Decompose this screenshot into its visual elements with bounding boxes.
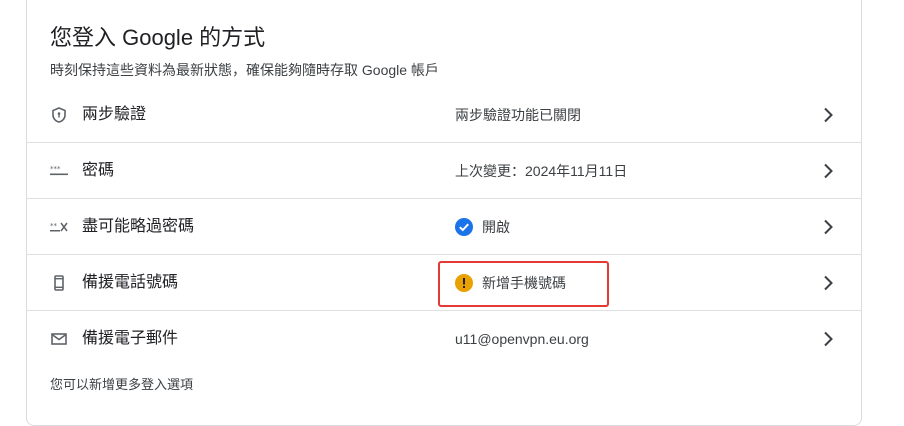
row-password[interactable]: *** 密碼 上次變更：2024年11月11日 <box>27 143 861 199</box>
row-recovery-email[interactable]: 備援電子郵件 u11@openvpn.eu.org <box>27 311 861 367</box>
page-subtitle: 時刻保持這些資料為最新狀態，確保能夠隨時存取 Google 帳戶 <box>50 62 439 78</box>
shield-icon <box>49 105 69 125</box>
row-value: u11@openvpn.eu.org <box>455 329 589 349</box>
svg-text:***: *** <box>50 166 61 173</box>
row-value-text: 兩步驗證功能已關閉 <box>455 107 581 123</box>
row-label: 盡可能略過密碼 <box>82 218 195 235</box>
chevron-right-icon[interactable] <box>817 160 839 182</box>
row-value: 兩步驗證功能已關閉 <box>455 105 581 125</box>
row-label: 兩步驗證 <box>82 106 147 123</box>
row-recovery-phone[interactable]: 備援電話號碼 新增手機號碼 <box>27 255 861 311</box>
footer-note: 您可以新增更多登入選項 <box>50 377 194 392</box>
row-value: 新增手機號碼 <box>455 273 566 293</box>
row-value-text: 開啟 <box>482 219 510 235</box>
row-value-text: u11@openvpn.eu.org <box>455 331 589 347</box>
chevron-right-icon[interactable] <box>817 272 839 294</box>
phone-icon <box>49 273 69 293</box>
warning-circle-icon <box>455 274 473 292</box>
row-value: 上次變更：2024年11月11日 <box>455 161 627 181</box>
chevron-right-icon[interactable] <box>817 216 839 238</box>
row-label: 密碼 <box>82 162 115 179</box>
row-value: 開啟 <box>455 217 510 237</box>
svg-text:**: ** <box>50 222 58 230</box>
row-skip-password[interactable]: ** 盡可能略過密碼 開啟 <box>27 199 861 255</box>
page-title: 您登入 Google 的方式 <box>50 25 266 50</box>
chevron-right-icon[interactable] <box>817 104 839 126</box>
skip-password-icon: ** <box>49 217 69 237</box>
password-dots-icon: *** <box>49 161 69 181</box>
row-two-step-verification[interactable]: 兩步驗證 兩步驗證功能已關閉 <box>27 87 861 143</box>
check-circle-icon <box>455 218 473 236</box>
row-value-text: 新增手機號碼 <box>482 275 566 291</box>
chevron-right-icon[interactable] <box>817 328 839 350</box>
row-label: 備援電話號碼 <box>82 274 179 291</box>
row-label: 備援電子郵件 <box>82 330 179 347</box>
row-value-text: 上次變更：2024年11月11日 <box>455 163 628 179</box>
mail-icon <box>49 329 69 349</box>
